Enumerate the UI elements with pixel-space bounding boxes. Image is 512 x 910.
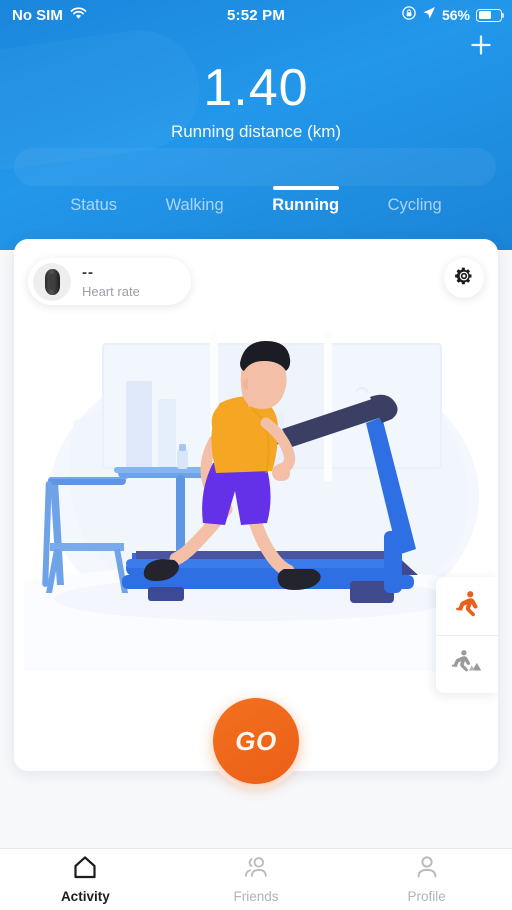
person-running-on-treadmill-illustration xyxy=(14,281,498,671)
tab-walking-label: Walking xyxy=(165,196,224,214)
indoor-running-icon xyxy=(452,589,482,624)
outdoor-running-mode-button[interactable] xyxy=(436,635,498,693)
battery-percent-label: 56% xyxy=(441,7,470,23)
activity-card: -- Heart rate xyxy=(14,239,498,771)
home-icon xyxy=(72,855,98,884)
tab-running[interactable]: Running xyxy=(272,186,339,215)
settings-button[interactable] xyxy=(444,258,484,298)
indoor-running-mode-button[interactable] xyxy=(436,577,498,635)
heart-rate-pill[interactable]: -- Heart rate xyxy=(28,258,191,305)
status-bar-left: No SIM xyxy=(0,7,185,24)
distance-label: Running distance (km) xyxy=(170,122,342,141)
carrier-label: No SIM xyxy=(12,6,63,24)
nav-item-profile-label: Profile xyxy=(407,889,446,904)
app-screen: No SIM 5:52 PM 56% 1.40 Running distance… xyxy=(0,0,512,910)
gear-icon xyxy=(454,266,474,291)
nav-item-activity-label: Activity xyxy=(60,889,110,904)
run-mode-switcher xyxy=(436,577,498,693)
header-highlight-bar xyxy=(14,148,496,186)
battery-icon xyxy=(476,8,505,22)
tab-running-label: Running xyxy=(272,196,340,214)
heart-rate-label: Heart rate xyxy=(82,283,140,299)
location-arrow-icon xyxy=(422,6,436,24)
tab-cycling[interactable]: Cycling xyxy=(388,186,442,215)
distance-value: 1.40 xyxy=(203,59,309,117)
add-activity-button[interactable] xyxy=(464,30,498,64)
nav-item-profile[interactable]: Profile xyxy=(341,855,512,904)
nav-item-activity[interactable]: Activity xyxy=(0,855,171,904)
heart-rate-text: -- Heart rate xyxy=(82,264,140,298)
tab-walking[interactable]: Walking xyxy=(166,186,224,215)
people-icon xyxy=(242,855,270,884)
plus-icon xyxy=(469,33,493,62)
nav-item-friends-label: Friends xyxy=(233,889,279,904)
rotation-lock-icon xyxy=(402,6,416,24)
outdoor-running-icon xyxy=(451,648,483,681)
go-button[interactable]: GO xyxy=(213,698,299,784)
go-button-label: GO xyxy=(235,725,277,756)
clock-label: 5:52 PM xyxy=(226,6,286,24)
heart-rate-value: -- xyxy=(82,264,94,282)
bottom-navigation: Activity Friends Profile xyxy=(0,848,512,910)
status-bar-right: 56% xyxy=(327,6,512,24)
nav-item-friends[interactable]: Friends xyxy=(171,855,342,904)
tab-cycling-label: Cycling xyxy=(387,196,442,214)
tab-status[interactable]: Status xyxy=(70,186,117,215)
person-icon xyxy=(415,855,439,884)
status-bar: No SIM 5:52 PM 56% xyxy=(0,0,512,30)
tab-status-label: Status xyxy=(70,196,118,214)
wifi-icon xyxy=(70,6,87,24)
activity-tabs: Status Walking Running Cycling xyxy=(0,186,512,230)
fitness-band-icon xyxy=(33,262,71,301)
